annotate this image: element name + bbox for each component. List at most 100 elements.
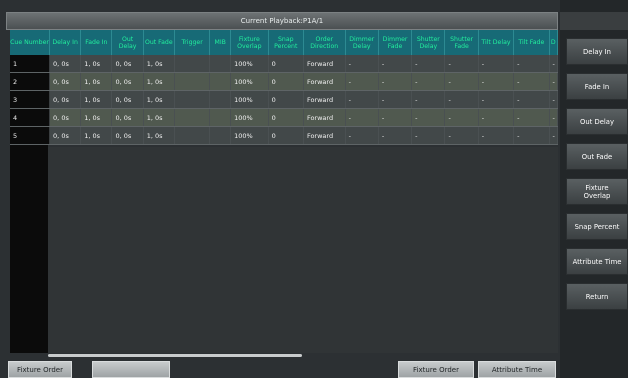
table-cell[interactable]: - xyxy=(444,72,479,91)
table-cell[interactable]: 100% xyxy=(230,126,269,145)
column-header[interactable]: Fixture Overlap xyxy=(230,30,269,55)
out-fade-button[interactable]: Out Fade xyxy=(566,143,628,170)
table-cell[interactable]: 0, 0s xyxy=(111,72,144,91)
table-cell[interactable]: 0, 0s xyxy=(49,55,82,73)
table-cell[interactable]: - xyxy=(411,126,446,145)
table-cell[interactable]: 100% xyxy=(230,55,269,73)
fixture-overlap-button[interactable]: Fixture Overlap xyxy=(566,178,628,205)
cue-number-cell[interactable]: 1 xyxy=(10,55,51,73)
table-cell[interactable]: - xyxy=(378,90,413,109)
column-header[interactable]: Delay In xyxy=(49,30,82,55)
table-cell[interactable]: - xyxy=(549,90,559,109)
table-cell[interactable]: 0 xyxy=(268,108,304,127)
cue-number-cell[interactable]: 2 xyxy=(10,72,51,91)
table-cell[interactable]: 0, 0s xyxy=(111,126,144,145)
table-cell[interactable]: 100% xyxy=(230,108,269,127)
table-cell[interactable]: - xyxy=(378,72,413,91)
column-header[interactable]: Shutter Delay xyxy=(411,30,446,55)
table-cell[interactable] xyxy=(209,55,232,73)
table-cell[interactable]: - xyxy=(513,55,550,73)
horizontal-scrollbar[interactable] xyxy=(48,354,302,357)
table-cell[interactable]: 1, 0s xyxy=(143,126,175,145)
table-row[interactable]: 3 0, 0s 1, 0s 0, 0s 1, 0s 100% 0 Forward - - - - - - - xyxy=(10,90,559,109)
table-cell[interactable]: - xyxy=(345,55,379,73)
table-cell[interactable]: 0, 0s xyxy=(111,90,144,109)
table-cell[interactable]: Forward xyxy=(303,108,346,127)
table-cell[interactable] xyxy=(174,72,211,91)
table-cell[interactable]: 1, 0s xyxy=(80,55,113,73)
table-cell[interactable] xyxy=(209,72,232,91)
column-header[interactable]: D xyxy=(549,30,559,55)
table-cell[interactable]: Forward xyxy=(303,90,346,109)
table-cell[interactable]: 1, 0s xyxy=(143,90,175,109)
table-cell[interactable]: 1, 0s xyxy=(143,72,175,91)
table-cell[interactable]: Forward xyxy=(303,72,346,91)
table-cell[interactable]: - xyxy=(549,108,559,127)
table-cell[interactable]: - xyxy=(549,126,559,145)
table-cell[interactable] xyxy=(209,90,232,109)
table-row[interactable]: 4 0, 0s 1, 0s 0, 0s 1, 0s 100% 0 Forward - - - - - - - xyxy=(10,108,559,127)
table-cell[interactable]: 1, 0s xyxy=(80,72,113,91)
table-cell[interactable]: - xyxy=(444,90,479,109)
table-cell[interactable]: 0, 0s xyxy=(49,108,82,127)
table-cell[interactable]: - xyxy=(411,55,446,73)
table-cell[interactable]: - xyxy=(478,90,515,109)
column-header[interactable]: Dimmer Fade xyxy=(378,30,413,55)
table-row[interactable]: 1 0, 0s 1, 0s 0, 0s 1, 0s 100% 0 Forward - - - - - - - xyxy=(10,55,559,73)
table-cell[interactable] xyxy=(174,90,211,109)
column-header[interactable]: Fade In xyxy=(80,30,113,55)
table-cell[interactable]: - xyxy=(549,55,559,73)
table-cell[interactable]: 0 xyxy=(268,55,304,73)
table-cell[interactable]: 100% xyxy=(230,72,269,91)
table-cell[interactable]: - xyxy=(444,126,479,145)
table-cell[interactable]: 0, 0s xyxy=(111,55,144,73)
return-button[interactable]: Return xyxy=(566,283,628,310)
table-cell[interactable]: - xyxy=(513,126,550,145)
delay-in-button[interactable]: Delay In xyxy=(566,38,628,65)
column-header[interactable]: Out Delay xyxy=(111,30,144,55)
table-row[interactable]: 5 0, 0s 1, 0s 0, 0s 1, 0s 100% 0 Forward - - - - - - - xyxy=(10,126,559,145)
table-cell[interactable]: 1, 0s xyxy=(80,90,113,109)
table-cell[interactable]: - xyxy=(513,108,550,127)
column-header[interactable]: Order Direction xyxy=(303,30,346,55)
table-cell[interactable] xyxy=(174,55,211,73)
table-cell[interactable]: 0, 0s xyxy=(49,126,82,145)
table-cell[interactable]: 100% xyxy=(230,90,269,109)
table-cell[interactable]: - xyxy=(513,90,550,109)
cue-number-cell[interactable]: 5 xyxy=(10,126,51,145)
table-cell[interactable]: - xyxy=(549,72,559,91)
fixture-order-right-button[interactable]: Fixture Order xyxy=(398,361,474,378)
attribute-time-button[interactable]: Attribute Time xyxy=(566,248,628,275)
table-cell[interactable]: - xyxy=(478,72,515,91)
table-cell[interactable]: - xyxy=(345,108,379,127)
table-cell[interactable]: 0 xyxy=(268,126,304,145)
table-cell[interactable]: - xyxy=(378,55,413,73)
snap-percent-button[interactable]: Snap Percent xyxy=(566,213,628,240)
table-cell[interactable]: - xyxy=(513,72,550,91)
column-header[interactable]: Cue Number xyxy=(10,30,51,55)
table-row[interactable]: 2 0, 0s 1, 0s 0, 0s 1, 0s 100% 0 Forward - - - - - - - xyxy=(10,72,559,91)
table-cell[interactable]: - xyxy=(478,55,515,73)
table-cell[interactable]: - xyxy=(411,90,446,109)
column-header[interactable]: Tilt Fade xyxy=(513,30,550,55)
column-header[interactable]: Shutter Fade xyxy=(444,30,479,55)
table-cell[interactable]: 1, 0s xyxy=(80,126,113,145)
out-delay-button[interactable]: Out Delay xyxy=(566,108,628,135)
table-cell[interactable]: - xyxy=(378,108,413,127)
fixture-order-left-button[interactable]: Fixture Order xyxy=(8,361,72,378)
table-cell[interactable]: 1, 0s xyxy=(143,55,175,73)
column-header[interactable]: Snap Percent xyxy=(268,30,304,55)
attribute-time-bottom-button[interactable]: Attribute Time xyxy=(478,361,556,378)
table-cell[interactable]: - xyxy=(378,126,413,145)
table-cell[interactable]: - xyxy=(411,72,446,91)
blank-button[interactable] xyxy=(92,361,170,378)
table-cell[interactable]: 0 xyxy=(268,90,304,109)
column-header[interactable]: Out Fade xyxy=(143,30,175,55)
table-cell[interactable] xyxy=(209,108,232,127)
table-cell[interactable]: - xyxy=(444,108,479,127)
table-cell[interactable] xyxy=(174,108,211,127)
table-cell[interactable] xyxy=(209,126,232,145)
table-cell[interactable]: - xyxy=(478,126,515,145)
table-cell[interactable]: - xyxy=(345,90,379,109)
column-header[interactable]: Tilt Delay xyxy=(478,30,515,55)
